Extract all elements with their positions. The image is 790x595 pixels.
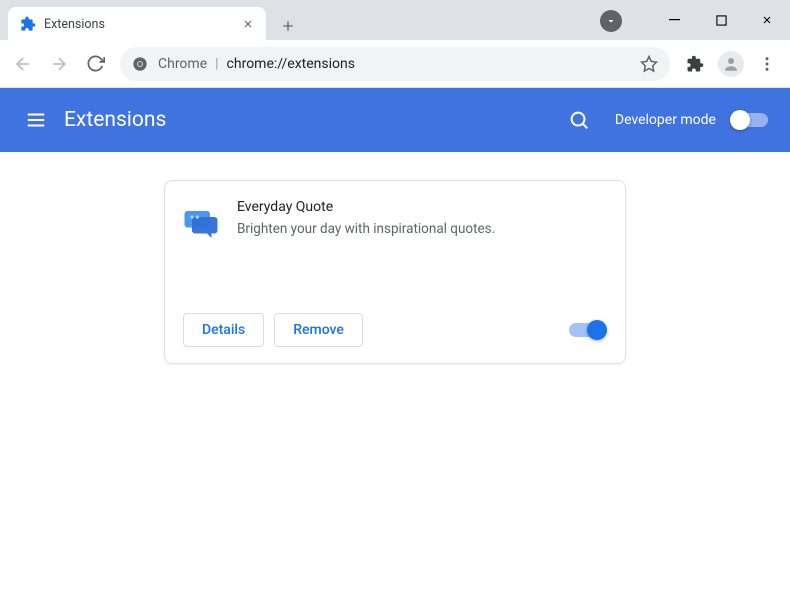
close-window-button[interactable] [744,4,790,36]
bookmark-star-icon[interactable] [640,55,658,73]
card-top: Everyday Quote Brighten your day with in… [183,199,607,299]
window-titlebar: Extensions [0,0,790,40]
reload-button[interactable] [78,47,112,81]
address-bar[interactable]: Chrome | chrome://extensions [120,47,670,81]
puzzle-piece-icon [20,16,36,32]
menu-button[interactable] [750,47,784,81]
new-tab-button[interactable] [274,12,302,40]
profile-button[interactable] [714,47,748,81]
toggle-knob [587,320,607,340]
remove-button[interactable]: Remove [274,313,363,347]
extension-info: Everyday Quote Brighten your day with in… [237,199,495,299]
developer-mode-toggle[interactable] [732,113,768,127]
browser-toolbar: Chrome | chrome://extensions [0,40,790,88]
url-prefix: Chrome [158,56,207,72]
browser-tab[interactable]: Extensions [8,7,266,41]
forward-button[interactable] [42,47,76,81]
extensions-icon[interactable] [678,47,712,81]
developer-mode-label: Developer mode [615,112,716,128]
window-controls [652,0,790,40]
tab-title: Extensions [44,17,240,32]
header-right: Developer mode [559,100,774,140]
chrome-icon [132,56,148,72]
back-button[interactable] [6,47,40,81]
details-button[interactable]: Details [183,313,264,347]
close-tab-icon[interactable] [240,16,256,32]
profile-badge-icon[interactable] [600,10,622,32]
extension-enable-toggle[interactable] [569,323,605,337]
extension-name: Everyday Quote [237,199,495,215]
address-text: Chrome | chrome://extensions [158,56,355,72]
extension-card: Everyday Quote Brighten your day with in… [164,180,626,364]
extension-description: Brighten your day with inspirational quo… [237,221,495,237]
maximize-button[interactable] [698,4,744,36]
hamburger-menu-icon[interactable] [16,100,56,140]
url-path: chrome://extensions [227,56,355,72]
card-actions: Details Remove [183,313,607,347]
page-title: Extensions [64,108,166,132]
extensions-header: Extensions Developer mode [0,88,790,152]
extensions-content: Everyday Quote Brighten your day with in… [0,152,790,593]
toggle-knob [730,110,750,130]
url-divider: | [215,56,218,72]
speech-bubble-icon [183,205,219,241]
minimize-button[interactable] [652,4,698,36]
avatar-icon [718,51,744,77]
search-icon[interactable] [559,100,599,140]
